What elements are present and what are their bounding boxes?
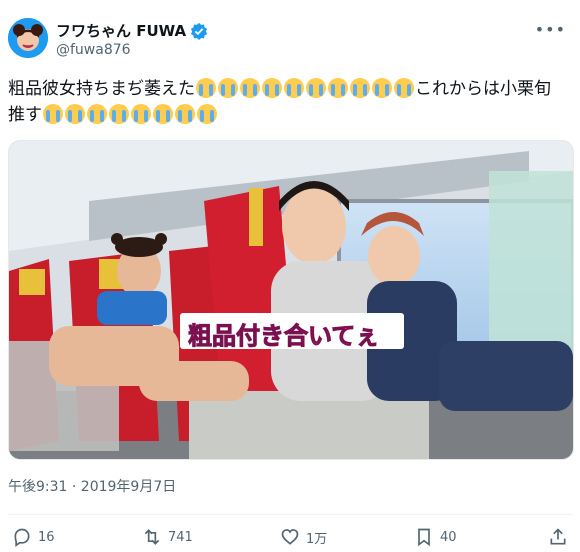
train-scene-illustration [9, 141, 573, 459]
heart-icon [281, 529, 299, 545]
reply-icon [14, 528, 30, 547]
retweet-button[interactable]: 741 [142, 527, 193, 547]
crying-face-emoji-icon [153, 104, 173, 124]
share-icon [550, 528, 566, 545]
tweet-text: 粗品彼女持ちまぢ萎えた これからは小栗旬 推す [8, 76, 570, 128]
video-caption-banner: 粗品付き合いてぇ [180, 313, 404, 351]
more-options-icon[interactable]: ••• [535, 20, 566, 39]
tweet-header: フワちゃん FUWA @fuwa876 ••• [8, 18, 572, 64]
tweet-text-part: 粗品彼女持ちまぢ萎えた [8, 79, 195, 99]
crying-face-emoji-icon [131, 104, 151, 124]
crying-face-emoji-icon [328, 78, 348, 98]
video-caption-text: 粗品付き合いてぇ [187, 322, 380, 351]
crying-face-emoji-icon [218, 78, 238, 98]
reply-count: 16 [38, 529, 55, 545]
user-handle[interactable]: @fuwa876 [56, 42, 131, 58]
like-button[interactable]: 1万 [280, 527, 327, 547]
tweet-text-part: 推す [8, 105, 42, 125]
crying-face-emoji-icon [240, 78, 260, 98]
crying-face-emoji-icon [372, 78, 392, 98]
bookmark-icon [418, 528, 430, 547]
crying-face-emoji-icon [284, 78, 304, 98]
crying-face-emoji-icon [196, 78, 216, 98]
tweet-text-part: これからは小栗旬 [415, 79, 551, 99]
name-row: フワちゃん FUWA [56, 20, 208, 41]
tweet-media-image[interactable]: 粗品付き合いてぇ [8, 140, 574, 460]
verified-badge-icon [191, 22, 208, 40]
bookmark-button[interactable]: 40 [414, 527, 457, 547]
avatar[interactable] [8, 18, 48, 58]
share-button[interactable] [548, 527, 568, 547]
tweet-timestamp[interactable]: 午後9:31 · 2019年9月7日 [8, 476, 176, 496]
crying-face-emoji-icon [306, 78, 326, 98]
crying-face-emoji-icon [43, 104, 63, 124]
crying-face-emoji-icon [175, 104, 195, 124]
display-name[interactable]: フワちゃん FUWA [56, 20, 186, 41]
crying-face-emoji-icon [197, 104, 217, 124]
crying-face-emoji-icon [65, 104, 85, 124]
tweet-action-bar: 16 741 1万 40 [8, 514, 572, 551]
retweet-count: 741 [168, 529, 193, 545]
crying-face-emoji-icon [262, 78, 282, 98]
like-count: 1万 [306, 531, 328, 547]
crying-face-emoji-icon [350, 78, 370, 98]
retweet-icon [144, 529, 160, 545]
bookmark-count: 40 [440, 529, 457, 545]
reply-button[interactable]: 16 [12, 527, 55, 547]
crying-face-emoji-icon [109, 104, 129, 124]
crying-face-emoji-icon [394, 78, 414, 98]
crying-face-emoji-icon [87, 104, 107, 124]
